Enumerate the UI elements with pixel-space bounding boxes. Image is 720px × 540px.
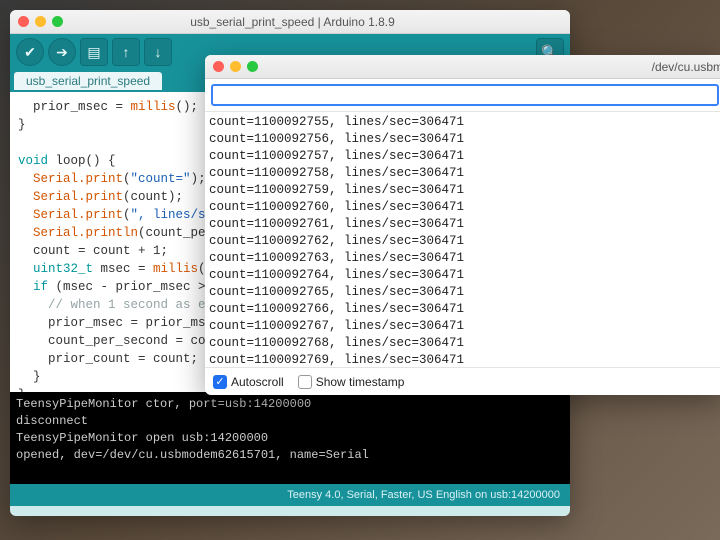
serial-output[interactable]: count=1100092755, lines/sec=306471 count… xyxy=(205,112,720,367)
serial-window-title: /dev/cu.usbm xyxy=(258,60,720,74)
serial-monitor-window: /dev/cu.usbm count=1100092755, lines/sec… xyxy=(205,55,720,395)
serial-input-row xyxy=(205,79,720,112)
serial-send-input[interactable] xyxy=(211,84,719,106)
serial-titlebar[interactable]: /dev/cu.usbm xyxy=(205,55,720,79)
checkbox-on-icon: ✓ xyxy=(213,375,227,389)
verify-button[interactable]: ✔ xyxy=(16,38,44,66)
save-button[interactable]: ↓ xyxy=(144,38,172,66)
timestamp-label: Show timestamp xyxy=(316,375,405,389)
autoscroll-label: Autoscroll xyxy=(231,375,284,389)
serial-footer: ✓ Autoscroll Show timestamp xyxy=(205,367,720,395)
sketch-tab[interactable]: usb_serial_print_speed xyxy=(14,72,162,90)
open-button[interactable]: ↑ xyxy=(112,38,140,66)
autoscroll-checkbox[interactable]: ✓ Autoscroll xyxy=(213,375,284,389)
status-bar: Teensy 4.0, Serial, Faster, US English o… xyxy=(10,484,570,506)
minimize-icon[interactable] xyxy=(230,61,241,72)
window-title: usb_serial_print_speed | Arduino 1.8.9 xyxy=(23,15,562,29)
timestamp-checkbox[interactable]: Show timestamp xyxy=(298,375,405,389)
zoom-icon[interactable] xyxy=(247,61,258,72)
checkbox-off-icon xyxy=(298,375,312,389)
upload-button[interactable]: ➔ xyxy=(48,38,76,66)
arduino-titlebar[interactable]: usb_serial_print_speed | Arduino 1.8.9 xyxy=(10,10,570,34)
status-text: Teensy 4.0, Serial, Faster, US English o… xyxy=(287,489,560,501)
serial-window-controls xyxy=(213,61,258,72)
close-icon[interactable] xyxy=(213,61,224,72)
arduino-console[interactable]: TeensyPipeMonitor ctor, port=usb:1420000… xyxy=(10,392,570,484)
new-button[interactable]: ▤ xyxy=(80,38,108,66)
